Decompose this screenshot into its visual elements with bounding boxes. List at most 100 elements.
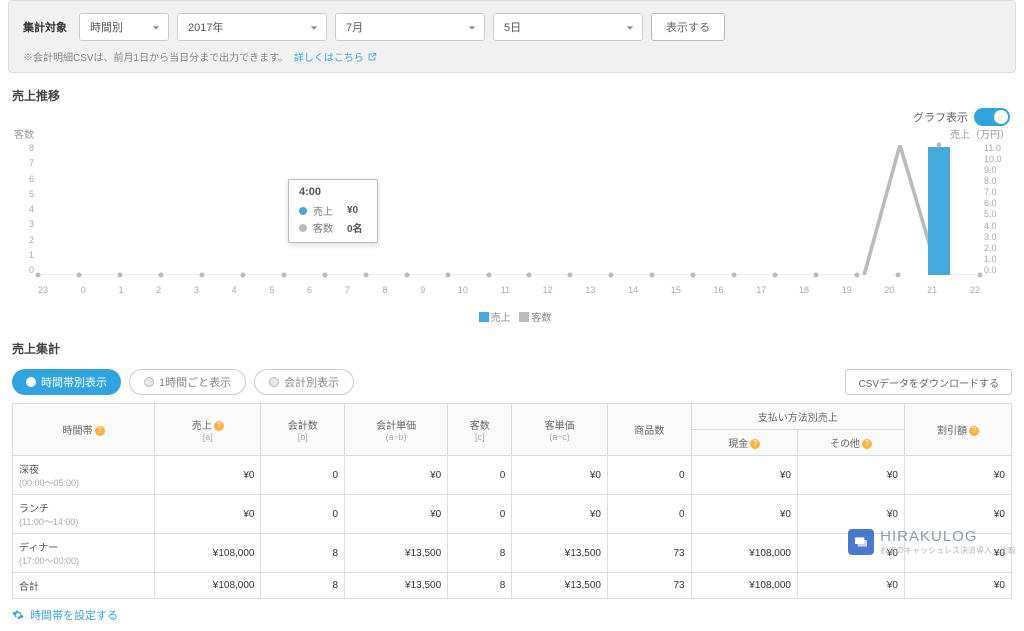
guest-dot[interactable] bbox=[363, 273, 368, 278]
guest-dot[interactable] bbox=[404, 273, 409, 278]
configure-timebands-link[interactable]: 時間帯を設定する bbox=[12, 610, 118, 622]
select-value: 2017年 bbox=[188, 19, 223, 35]
x-tick: 10 bbox=[458, 285, 468, 295]
x-tick: 11 bbox=[501, 285, 510, 295]
guest-dot[interactable] bbox=[486, 273, 491, 278]
csv-download-button[interactable]: CSVデータをダウンロードする bbox=[845, 369, 1012, 395]
cell-bills: 0 bbox=[261, 456, 345, 495]
aggregation-target-select[interactable]: 時間別 bbox=[79, 13, 169, 41]
x-tick: 19 bbox=[842, 285, 852, 295]
col-timeband: 時間帯? bbox=[13, 404, 155, 456]
chevron-down-icon bbox=[310, 23, 318, 31]
col-guests: 客数[c] bbox=[448, 404, 512, 456]
y-right-tick: 0.0 bbox=[984, 265, 1012, 275]
help-icon[interactable]: ? bbox=[214, 421, 224, 431]
guest-dot[interactable] bbox=[650, 273, 655, 278]
foot-link: 時間帯を設定する bbox=[0, 599, 1024, 631]
guest-dot[interactable] bbox=[36, 273, 41, 278]
month-select[interactable]: 7月 bbox=[335, 13, 485, 41]
row-label: ディナー(17:00〜00:00) bbox=[13, 534, 155, 573]
tab-timeband[interactable]: 時間帯別表示 bbox=[12, 369, 121, 395]
help-icon[interactable]: ? bbox=[969, 426, 979, 436]
guest-dot[interactable] bbox=[117, 273, 122, 278]
x-tick: 7 bbox=[345, 285, 350, 295]
help-icon[interactable]: ? bbox=[862, 439, 872, 449]
radio-icon bbox=[26, 377, 36, 387]
guest-dot[interactable] bbox=[814, 273, 819, 278]
guest-dot[interactable] bbox=[978, 273, 983, 278]
x-tick: 4 bbox=[232, 285, 237, 295]
toggle-label: グラフ表示 bbox=[913, 109, 968, 125]
graph-toggle[interactable] bbox=[974, 108, 1010, 126]
graph-toggle-wrap: グラフ表示 bbox=[913, 108, 1010, 126]
help-icon[interactable]: ? bbox=[750, 439, 760, 449]
brand-name: HIRAKULOG bbox=[880, 528, 977, 545]
guest-dot[interactable] bbox=[240, 273, 245, 278]
y-left-tick: 1 bbox=[12, 250, 34, 260]
chevron-down-icon bbox=[468, 23, 476, 31]
guest-dot[interactable] bbox=[199, 273, 204, 278]
table-row: 深夜(00:00〜05:00)¥00¥00¥00¥0¥0¥0 bbox=[13, 456, 1012, 495]
show-button[interactable]: 表示する bbox=[651, 13, 725, 41]
chart-tooltip: 4:00 売上 ¥0 客数 0名 bbox=[288, 179, 378, 243]
dot-gray-icon bbox=[299, 224, 307, 232]
guest-dot[interactable] bbox=[732, 273, 737, 278]
cell-cash: ¥108,000 bbox=[691, 534, 797, 573]
y-right-tick: 8.0 bbox=[984, 176, 1012, 186]
guest-dot[interactable] bbox=[445, 273, 450, 278]
note-link[interactable]: 詳しくはこちら bbox=[294, 53, 377, 64]
tooltip-sales-row: 売上 ¥0 bbox=[299, 202, 367, 219]
x-axis-ticks: 23012345678910111213141516171819202122 bbox=[38, 285, 980, 295]
day-select[interactable]: 5日 bbox=[493, 13, 643, 41]
guest-dot[interactable] bbox=[937, 143, 942, 148]
x-tick: 23 bbox=[38, 285, 48, 295]
y-left-tick: 0 bbox=[12, 265, 34, 275]
external-link-icon bbox=[367, 52, 377, 62]
x-tick: 1 bbox=[118, 285, 123, 295]
y-right-ticks: 11.010.09.08.07.06.05.04.03.02.01.00.0 bbox=[984, 143, 1012, 275]
col-other: その他? bbox=[798, 430, 905, 456]
cell-guests: 8 bbox=[448, 573, 512, 599]
guest-dot[interactable] bbox=[281, 273, 286, 278]
sales-bar[interactable] bbox=[928, 147, 950, 275]
chart-legend: 売上 客数 bbox=[0, 303, 1024, 334]
cell-discount: ¥0 bbox=[904, 573, 1011, 599]
guest-dot[interactable] bbox=[158, 273, 163, 278]
table-body: 深夜(00:00〜05:00)¥00¥00¥00¥0¥0¥0ランチ(11:00〜… bbox=[13, 456, 1012, 599]
cell-guests: 0 bbox=[448, 495, 512, 534]
guest-dot[interactable] bbox=[322, 273, 327, 278]
x-tick: 22 bbox=[970, 285, 980, 295]
y-left-tick: 6 bbox=[12, 174, 34, 184]
guest-dot[interactable] bbox=[527, 273, 532, 278]
cell-bill_avg: ¥13,500 bbox=[345, 534, 448, 573]
cell-cash: ¥0 bbox=[691, 495, 797, 534]
tab-perbill[interactable]: 会計別表示 bbox=[254, 369, 354, 395]
x-tick: 14 bbox=[628, 285, 638, 295]
brand-sub: お店のキャッシュレス決済導入・比較 bbox=[880, 545, 1016, 556]
year-select[interactable]: 2017年 bbox=[177, 13, 327, 41]
guest-dot[interactable] bbox=[609, 273, 614, 278]
col-sales: 売上?[a] bbox=[155, 404, 261, 456]
guest-dot[interactable] bbox=[76, 273, 81, 278]
tab-hourly[interactable]: 1時間ごと表示 bbox=[129, 369, 246, 395]
y-left-tick: 3 bbox=[12, 219, 34, 229]
select-value: 7月 bbox=[346, 19, 363, 35]
help-icon[interactable]: ? bbox=[95, 426, 105, 436]
guest-dot[interactable] bbox=[568, 273, 573, 278]
cell-items: 73 bbox=[607, 534, 691, 573]
guest-dot[interactable] bbox=[855, 273, 860, 278]
guest-dot[interactable] bbox=[773, 273, 778, 278]
x-tick: 13 bbox=[585, 285, 595, 295]
filter-note: ※会計明細CSVは、前月1日から当日分まで出力できます。 詳しくはこちら bbox=[23, 49, 1001, 64]
radio-icon bbox=[144, 377, 154, 387]
axis-labels: 客数 売上（万円） bbox=[0, 126, 1024, 141]
col-bills: 会計数[b] bbox=[261, 404, 345, 456]
y-left-tick: 4 bbox=[12, 204, 34, 214]
guest-dot[interactable] bbox=[896, 273, 901, 278]
guest-dot[interactable] bbox=[691, 273, 696, 278]
x-tick: 21 bbox=[927, 285, 937, 295]
cell-guest_avg: ¥0 bbox=[512, 456, 608, 495]
row-label: 深夜(00:00〜05:00) bbox=[13, 456, 155, 495]
plot-area[interactable]: 4:00 売上 ¥0 客数 0名 bbox=[38, 145, 980, 275]
summary-table: 時間帯? 売上?[a] 会計数[b] 会計単価(a÷b) 客数[c] 客単価(a… bbox=[12, 403, 1012, 599]
